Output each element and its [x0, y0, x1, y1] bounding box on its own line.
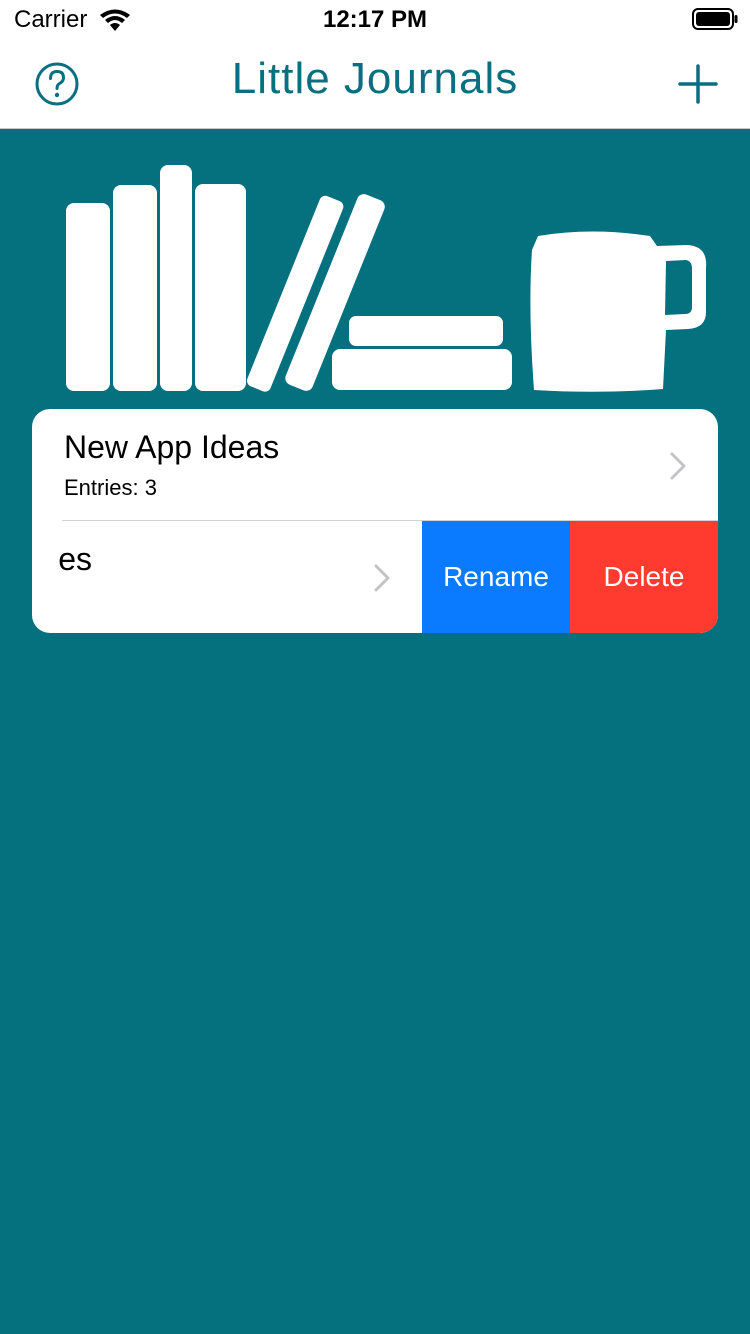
chevron-right-icon [670, 452, 686, 480]
delete-button[interactable]: Delete [570, 521, 718, 633]
chevron-right-icon [374, 564, 390, 592]
plus-icon[interactable] [676, 62, 720, 106]
battery-icon [692, 8, 738, 30]
rename-button[interactable]: Rename [422, 521, 570, 633]
journal-title: New App Ideas [64, 429, 280, 465]
journal-entry-count: Entries: 3 [64, 475, 157, 500]
journal-row[interactable]: New App Ideas Entries: 3 [32, 409, 718, 520]
page-title: Little Journals [231, 54, 519, 103]
clock: 12:17 PM [322, 6, 428, 33]
journal-title: es [58, 541, 92, 577]
journal-row-swiped[interactable]: es [32, 521, 422, 633]
journal-list: New App Ideas Entries: 3 es Rename Delet… [32, 409, 718, 633]
status-bar: Carrier 12:17 PM [0, 0, 750, 40]
navigation-bar: Little Journals [0, 40, 750, 129]
bookshelf-illustration [66, 165, 707, 392]
